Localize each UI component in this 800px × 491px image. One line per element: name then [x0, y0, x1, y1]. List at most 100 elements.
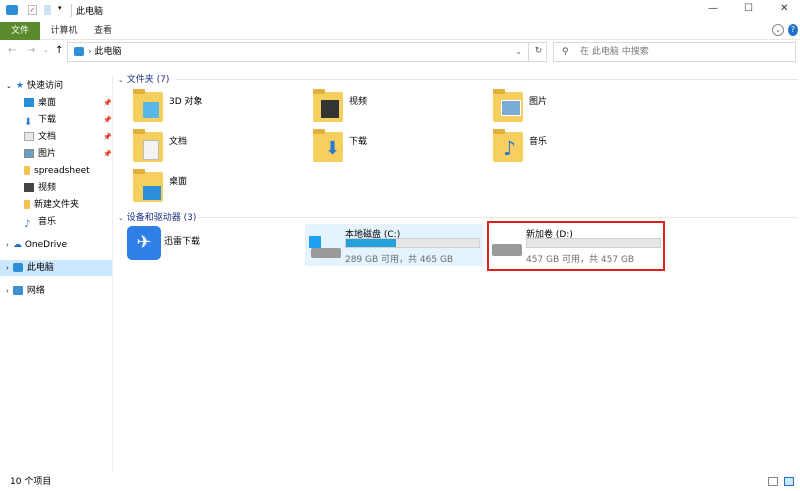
folder-icon [493, 89, 523, 122]
customize-toolbar-icon[interactable]: ▾ [58, 4, 62, 12]
folder-icon: ♪ [493, 129, 523, 162]
maximize-button[interactable]: ☐ [744, 3, 753, 14]
hard-drive-icon [311, 248, 341, 258]
up-button[interactable]: ↑ [55, 45, 63, 56]
nav-onedrive[interactable]: › ☁ OneDrive [6, 237, 67, 253]
minimize-button[interactable]: — [708, 3, 718, 14]
nav-item-downloads[interactable]: ⬇ 下载 [24, 112, 56, 128]
folder-videos[interactable]: 视频 [313, 89, 488, 128]
window-title: 此电脑 [71, 4, 103, 17]
expand-ribbon-icon[interactable]: ⌄ [772, 24, 784, 36]
search-input[interactable]: ⚲ 在 此电脑 中搜索 [553, 42, 796, 62]
pin-icon[interactable]: 📌 [103, 99, 112, 107]
ribbon-tabs: 文件 计算机 查看 ⌄ ? [0, 22, 800, 40]
item-label: 文档 [169, 137, 188, 147]
pin-icon[interactable]: 📌 [103, 133, 112, 141]
folder-downloads[interactable]: ⬇ 下载 [313, 129, 488, 168]
item-label: 桌面 [169, 177, 188, 187]
folder-documents[interactable]: 文档 [133, 129, 308, 168]
nav-label: 下载 [38, 115, 57, 125]
recent-locations-icon[interactable]: ⌄ [43, 46, 49, 54]
drive-usage-bar [526, 238, 661, 248]
new-folder-icon[interactable] [44, 5, 51, 15]
folder-icon: ⬇ [313, 129, 343, 162]
document-icon [143, 140, 159, 160]
network-icon [12, 286, 23, 295]
download-icon: ⬇ [325, 138, 341, 159]
folders-header[interactable]: 文件夹 (7) [127, 75, 170, 85]
nav-quick-access[interactable]: ⌄ ★ 快速访问 [6, 78, 63, 94]
folder-desktop[interactable]: 桌面 [133, 169, 308, 208]
help-icon[interactable]: ? [788, 24, 798, 36]
nav-item-videos[interactable]: 视频 [24, 180, 56, 196]
picture-icon [501, 100, 521, 116]
desktop-icon [24, 98, 34, 107]
folder-icon [133, 89, 163, 122]
details-view-icon[interactable] [768, 477, 778, 486]
nav-item-desktop[interactable]: 桌面 [24, 95, 56, 111]
devices-header[interactable]: 设备和驱动器 (3) [127, 213, 197, 223]
nav-item-music[interactable]: ♪ 音乐 [24, 214, 56, 230]
drive-c[interactable]: 本地磁盘 (C:) 289 GB 可用，共 465 GB [305, 224, 483, 266]
nav-label: 文档 [38, 132, 57, 142]
folder-icon [133, 169, 163, 202]
item-label: 音乐 [529, 137, 548, 147]
nav-item-new-folder[interactable]: 新建文件夹 [24, 197, 79, 213]
this-pc-icon [6, 5, 18, 15]
search-icon: ⚲ [562, 47, 569, 57]
large-icons-view-icon[interactable] [784, 477, 794, 486]
star-icon: ★ [15, 81, 24, 91]
document-icon [24, 132, 34, 141]
tab-file[interactable]: 文件 [0, 22, 40, 40]
address-dropdown-icon[interactable]: ⌄ [515, 43, 522, 61]
tab-view[interactable]: 查看 [86, 22, 120, 40]
nav-item-spreadsheet[interactable]: spreadsheet [24, 163, 90, 179]
nav-this-pc[interactable]: › 此电脑 [0, 260, 112, 276]
refresh-button[interactable]: ↻ [528, 42, 548, 62]
nav-label: spreadsheet [34, 166, 90, 176]
drive-space: 289 GB 可用，共 465 GB [345, 255, 454, 265]
desktop-icon [143, 186, 161, 200]
drive-usage-fill [346, 239, 397, 247]
tab-computer[interactable]: 计算机 [44, 22, 84, 40]
pin-icon[interactable]: 📌 [103, 150, 112, 158]
folder-3d-objects[interactable]: 3D 对象 [133, 89, 308, 128]
cloud-icon: ☁ [12, 240, 22, 250]
xunlei-bird-icon: ✈ [127, 226, 161, 260]
item-label: 视频 [349, 97, 368, 107]
nav-label: 桌面 [38, 98, 57, 108]
nav-item-pictures[interactable]: 图片 [24, 146, 56, 162]
nav-network[interactable]: › 网络 [6, 283, 45, 299]
breadcrumb-this-pc[interactable]: 此电脑 [94, 47, 121, 57]
properties-icon[interactable]: ✓ [28, 5, 37, 15]
pin-icon[interactable]: 📌 [103, 116, 112, 124]
nav-label: 快速访问 [26, 81, 63, 91]
windows-logo-icon [309, 236, 321, 248]
back-button[interactable]: ← [8, 45, 16, 56]
item-label: 迅雷下载 [164, 237, 201, 247]
item-label: 图片 [529, 97, 548, 107]
nav-item-documents[interactable]: 文档 [24, 129, 56, 145]
video-icon [24, 183, 34, 192]
nav-label: 网络 [26, 286, 45, 296]
collapse-icon[interactable]: ⌄ [118, 76, 124, 84]
cube-icon [143, 102, 159, 118]
folder-pictures[interactable]: 图片 [493, 89, 668, 128]
collapse-icon[interactable]: ⌄ [118, 214, 124, 222]
app-xunlei[interactable]: ✈ 迅雷下载 [127, 226, 302, 264]
nav-label: OneDrive [24, 240, 68, 250]
forward-button[interactable]: → [27, 45, 35, 56]
item-count: 10 个项目 [10, 477, 52, 487]
close-button[interactable]: ✕ [780, 3, 788, 14]
search-placeholder: 在 此电脑 中搜索 [580, 47, 649, 57]
folder-icon [24, 166, 30, 175]
drive-d[interactable]: 新加卷 (D:) 457 GB 可用，共 457 GB [486, 224, 664, 266]
folder-icon [313, 89, 343, 122]
status-bar: 10 个项目 [0, 473, 800, 491]
folder-icon [24, 200, 30, 209]
address-bar[interactable]: › 此电脑 ⌄ ↻ [67, 42, 547, 62]
title-bar: ✓ ▾ 此电脑 — ☐ ✕ [0, 0, 800, 22]
music-icon: ♪ [24, 219, 31, 230]
download-icon: ⬇ [24, 117, 33, 128]
folder-music[interactable]: ♪ 音乐 [493, 129, 668, 168]
